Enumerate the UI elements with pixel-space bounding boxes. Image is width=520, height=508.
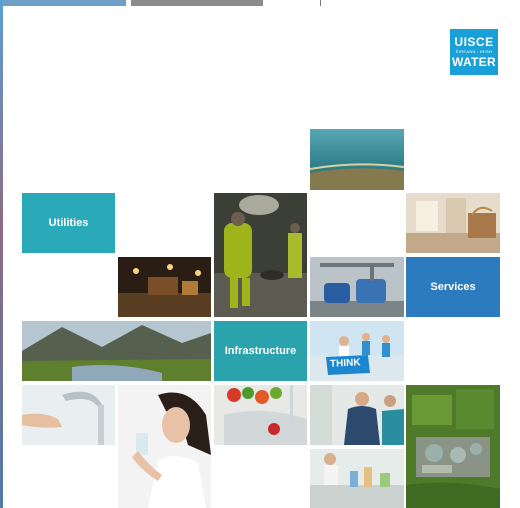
- pump-station-image: [310, 257, 404, 317]
- infrastructure-label: Infrastructure: [224, 345, 297, 357]
- logo-line-3: WATER: [452, 55, 496, 69]
- man-at-sink-image: [310, 385, 404, 445]
- woman-drinking-image: [118, 385, 211, 508]
- top-strip-photo-middle: [131, 0, 263, 6]
- services-tile[interactable]: Services: [406, 257, 500, 317]
- think-campaign-image: [310, 321, 404, 381]
- laboratory-image: [310, 449, 404, 508]
- photo-man-at-sink: [310, 385, 404, 445]
- services-label: Services: [430, 281, 476, 293]
- photo-treatment-plant-aerial: [406, 385, 500, 508]
- logo-line-1: UISCE: [454, 35, 494, 49]
- photo-night-street: [118, 257, 211, 317]
- photo-woman-drinking: [118, 385, 211, 508]
- mountain-valley-image: [22, 321, 211, 381]
- logo-line-2: ÉIREANN : IRISH: [455, 49, 493, 54]
- top-divider: [320, 0, 321, 6]
- photo-hand-tap: [22, 385, 115, 445]
- left-edge-strip: [0, 0, 3, 508]
- photo-laboratory: [310, 449, 404, 508]
- photo-vegetables-washing: [214, 385, 307, 445]
- utilities-label: Utilities: [48, 217, 89, 229]
- vegetables-washing-image: [214, 385, 307, 445]
- infrastructure-tile[interactable]: Infrastructure: [214, 321, 307, 381]
- treatment-plant-aerial-image: [406, 385, 500, 508]
- photo-night-workers: [214, 193, 307, 317]
- lake-aerial-image: [310, 129, 404, 190]
- interior-room-image: [406, 193, 500, 253]
- photo-pump-station: [310, 257, 404, 317]
- photo-mountain-valley: [22, 321, 211, 381]
- uisce-water-logo: UISCE ÉIREANN : IRISH WATER: [450, 29, 498, 75]
- utilities-tile[interactable]: Utilities: [22, 193, 115, 253]
- night-street-image: [118, 257, 211, 317]
- night-workers-image: [214, 193, 307, 317]
- brochure-cover: { "logo": { "line1": "UISCE", "line2": "…: [0, 0, 520, 508]
- think-sign-text: THINK: [329, 357, 361, 370]
- top-strip-photo-left: [0, 0, 126, 6]
- photo-interior-room: [406, 193, 500, 253]
- photo-lake-aerial: [310, 129, 404, 190]
- photo-think-campaign: THINK: [310, 321, 404, 381]
- hand-tap-image: [22, 385, 115, 445]
